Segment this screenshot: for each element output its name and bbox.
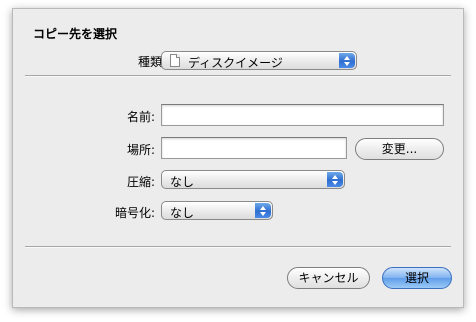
type-label: 種類: <box>137 55 166 69</box>
compression-label: 圧縮: <box>126 175 155 189</box>
compression-popup[interactable]: なし <box>161 170 345 189</box>
type-popup[interactable]: ディスクイメージ <box>161 51 357 70</box>
encryption-popup[interactable]: なし <box>161 201 273 220</box>
compression-popup-value: なし <box>170 175 195 189</box>
encryption-popup-value: なし <box>170 206 195 220</box>
encryption-label: 暗号化: <box>114 206 155 220</box>
type-popup-value: ディスクイメージ <box>188 56 283 70</box>
location-label: 場所: <box>126 143 155 157</box>
name-label: 名前: <box>126 110 155 124</box>
dialog-title: コピー先を選択 <box>33 27 118 41</box>
popup-arrows-icon <box>327 172 343 187</box>
choose-destination-dialog: コピー先を選択 種類: ディスクイメージ 名前: 場所: 変更... 圧縮: な… <box>12 8 464 308</box>
name-field[interactable] <box>161 104 444 126</box>
bottom-separator <box>25 246 451 248</box>
popup-arrows-icon <box>255 203 271 218</box>
document-icon <box>170 54 180 67</box>
popup-arrows-icon <box>339 53 355 68</box>
change-button[interactable]: 変更... <box>355 138 444 160</box>
top-separator <box>25 75 451 77</box>
location-field[interactable] <box>161 137 347 159</box>
cancel-button[interactable]: キャンセル <box>287 267 370 289</box>
select-button[interactable]: 選択 <box>382 267 452 289</box>
